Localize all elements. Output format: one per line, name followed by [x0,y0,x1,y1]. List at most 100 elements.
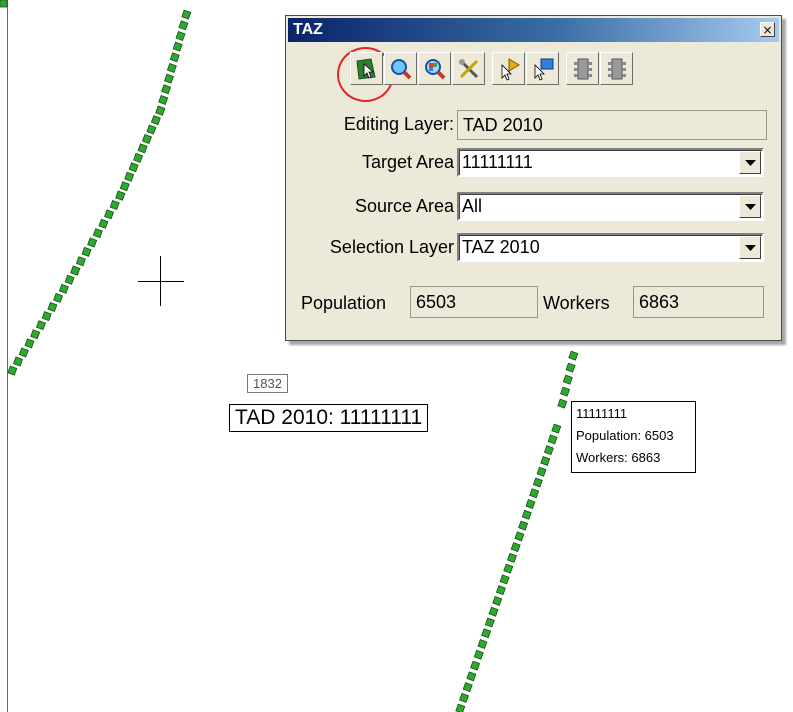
boundary-vertex [540,455,551,466]
boundary-vertex [484,617,495,628]
boundary-vertex [532,477,543,488]
target-area-dropdown-button[interactable] [739,151,761,174]
info-zone-id: 11111111 [576,406,628,421]
boundary-vertex [81,246,92,257]
boundary-vertex [137,143,148,154]
boundary-vertex [514,531,525,542]
boundary-vertex [92,228,103,239]
taz-dialog: TAZ × Editing Layer: TAD 2010 Target Are… [285,15,782,341]
boundary-vertex [53,292,64,303]
boundary-vertex [518,520,529,531]
boundary-vertex [13,356,24,367]
boundary-vertex [557,398,568,409]
selection-layer-select[interactable]: TAZ 2010 [457,233,764,262]
selection-layer-row: Selection Layer TAZ 2010 [286,233,781,267]
dialog-titlebar[interactable]: TAZ × [288,18,779,42]
boundary-vertex [30,329,41,340]
settings-tools-button[interactable] [452,52,485,85]
boundary-vertex [503,563,514,574]
selection-layer-dropdown-button[interactable] [739,236,761,259]
editing-layer-field: TAD 2010 [457,110,767,140]
boundary-vertex [41,311,52,322]
pointer-box-button[interactable] [526,52,559,85]
boundary-vertex [133,152,144,163]
zoom-color-button[interactable] [418,52,451,85]
boundary-vertex [155,105,166,116]
boundary-vertex [124,171,135,182]
boundary-vertex [158,94,169,105]
boundary-vertex [141,133,152,144]
dialog-toolbar [286,46,781,102]
boundary-vertex [175,30,186,41]
editing-layer-row: Editing Layer: TAD 2010 [286,110,781,144]
selection-layer-value: TAZ 2010 [462,237,540,257]
boundary-vertex [18,347,29,358]
boundary-vertex [525,499,536,510]
target-area-label: Target Area [361,152,454,172]
boundary-vertex [568,350,579,361]
boundary-vertex [560,386,571,397]
boundary-vertex [70,265,81,276]
boundary-vertex [510,542,521,553]
dialog-title: TAZ [293,21,323,38]
editing-layer-label: Editing Layer: [343,114,454,134]
info-workers: Workers: 6863 [576,450,661,465]
source-area-select[interactable]: All [457,192,764,221]
boundary-vertex [109,200,120,211]
boundary-vertex [115,190,126,201]
boundary-vertex [47,302,58,313]
info-population: Population: 6503 [576,428,674,443]
boundary-vertex [462,682,473,693]
source-area-value: All [462,196,483,216]
boundary-vertex [0,0,8,8]
population-field: 6503 [410,286,538,318]
crosshair-cursor-vertical [160,256,161,306]
boundary-vertex [181,9,192,20]
workers-label: Workers [543,293,610,313]
source-area-dropdown-button[interactable] [739,195,761,218]
close-button[interactable]: × [760,22,775,37]
boundary-vertex [178,20,189,31]
boundary-vertex [547,434,558,445]
stats-row: Population 6503 Workers 6863 [286,286,781,320]
workers-field: 6863 [633,286,764,318]
tad-area-label: TAD 2010: 11111111 [229,404,429,432]
population-label: Population [301,293,387,313]
boundary-vertex [166,62,177,73]
boundary-vertex [551,423,562,434]
selection-layer-label: Selection Layer [329,237,454,257]
boundary-vertex [543,445,554,456]
boundary-vertex [150,115,161,126]
zone-id-label: 1832 [247,374,288,393]
boundary-vertex [470,660,481,671]
boundary-vertex [562,374,573,385]
boundary-vertex [529,488,540,499]
boundary-vertex [477,639,488,650]
boundary-vertex [75,256,86,267]
source-area-label: Source Area [354,196,454,216]
pointer-arrow-button[interactable] [492,52,525,85]
boundary-vertex [506,552,517,563]
boundary-vertex [161,84,172,95]
target-area-select[interactable]: 11111111 [457,148,764,177]
boundary-vertex [98,218,109,229]
boundary-vertex [128,162,139,173]
boundary-vertex [169,52,180,63]
boundary-vertex [492,595,503,606]
traffic-light-button-1[interactable] [566,52,599,85]
zoom-button[interactable] [384,52,417,85]
boundary-vertex [172,41,183,52]
target-area-value: 11111111 [462,152,533,172]
boundary-vertex [455,703,466,712]
boundary-vertex [495,585,506,596]
boundary-vertex [87,237,98,248]
boundary-vertex [24,338,35,349]
boundary-vertex [481,628,492,639]
boundary-vertex [104,209,115,220]
traffic-light-button-2[interactable] [600,52,633,85]
select-area-button[interactable] [350,52,383,85]
boundary-vertex [488,606,499,617]
boundary-vertex [7,365,18,376]
source-area-row: Source Area All [286,192,781,226]
boundary-vertex [521,509,532,520]
